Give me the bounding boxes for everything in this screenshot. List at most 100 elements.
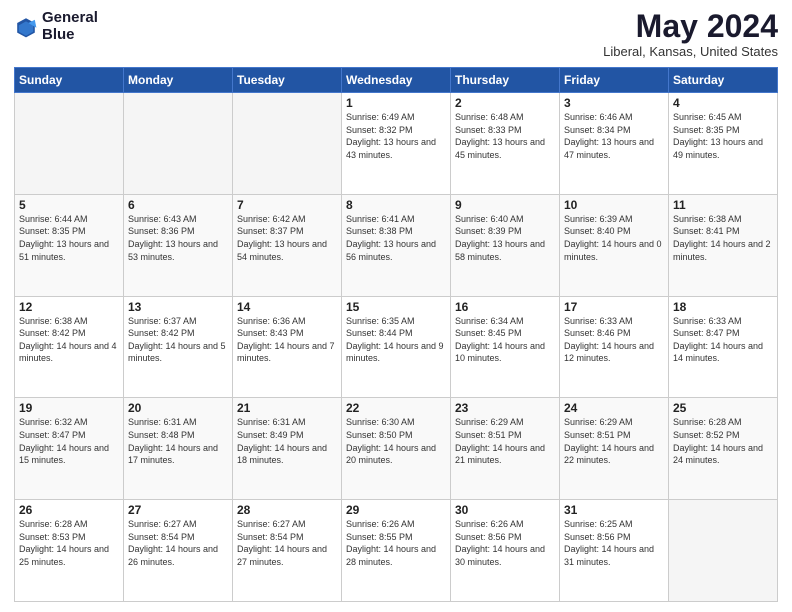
- day-number: 12: [19, 300, 119, 314]
- calendar-day-cell: 18Sunrise: 6:33 AM Sunset: 8:47 PM Dayli…: [669, 296, 778, 398]
- weekday-header: Sunday: [15, 68, 124, 93]
- logo-icon: [14, 15, 38, 39]
- day-info: Sunrise: 6:27 AM Sunset: 8:54 PM Dayligh…: [128, 518, 228, 568]
- calendar-day-cell: 21Sunrise: 6:31 AM Sunset: 8:49 PM Dayli…: [233, 398, 342, 500]
- day-info: Sunrise: 6:40 AM Sunset: 8:39 PM Dayligh…: [455, 213, 555, 263]
- calendar-day-cell: 6Sunrise: 6:43 AM Sunset: 8:36 PM Daylig…: [124, 194, 233, 296]
- weekday-header: Saturday: [669, 68, 778, 93]
- calendar-table: SundayMondayTuesdayWednesdayThursdayFrid…: [14, 67, 778, 602]
- calendar-day-cell: 7Sunrise: 6:42 AM Sunset: 8:37 PM Daylig…: [233, 194, 342, 296]
- day-number: 11: [673, 198, 773, 212]
- day-number: 4: [673, 96, 773, 110]
- calendar-day-cell: 10Sunrise: 6:39 AM Sunset: 8:40 PM Dayli…: [560, 194, 669, 296]
- day-info: Sunrise: 6:35 AM Sunset: 8:44 PM Dayligh…: [346, 315, 446, 365]
- weekday-header: Wednesday: [342, 68, 451, 93]
- calendar-day-cell: 15Sunrise: 6:35 AM Sunset: 8:44 PM Dayli…: [342, 296, 451, 398]
- logo: General Blue: [14, 10, 98, 43]
- day-number: 24: [564, 401, 664, 415]
- weekday-header: Thursday: [451, 68, 560, 93]
- calendar-header-row: SundayMondayTuesdayWednesdayThursdayFrid…: [15, 68, 778, 93]
- page: General Blue May 2024 Liberal, Kansas, U…: [0, 0, 792, 612]
- calendar-day-cell: [15, 93, 124, 195]
- day-number: 29: [346, 503, 446, 517]
- calendar-day-cell: 16Sunrise: 6:34 AM Sunset: 8:45 PM Dayli…: [451, 296, 560, 398]
- day-info: Sunrise: 6:45 AM Sunset: 8:35 PM Dayligh…: [673, 111, 773, 161]
- weekday-header: Friday: [560, 68, 669, 93]
- calendar-week-row: 5Sunrise: 6:44 AM Sunset: 8:35 PM Daylig…: [15, 194, 778, 296]
- calendar-day-cell: 23Sunrise: 6:29 AM Sunset: 8:51 PM Dayli…: [451, 398, 560, 500]
- calendar-day-cell: 8Sunrise: 6:41 AM Sunset: 8:38 PM Daylig…: [342, 194, 451, 296]
- day-info: Sunrise: 6:38 AM Sunset: 8:42 PM Dayligh…: [19, 315, 119, 365]
- day-info: Sunrise: 6:37 AM Sunset: 8:42 PM Dayligh…: [128, 315, 228, 365]
- day-number: 13: [128, 300, 228, 314]
- calendar-day-cell: 13Sunrise: 6:37 AM Sunset: 8:42 PM Dayli…: [124, 296, 233, 398]
- day-info: Sunrise: 6:28 AM Sunset: 8:52 PM Dayligh…: [673, 416, 773, 466]
- day-number: 21: [237, 401, 337, 415]
- calendar-week-row: 19Sunrise: 6:32 AM Sunset: 8:47 PM Dayli…: [15, 398, 778, 500]
- day-info: Sunrise: 6:26 AM Sunset: 8:56 PM Dayligh…: [455, 518, 555, 568]
- day-info: Sunrise: 6:29 AM Sunset: 8:51 PM Dayligh…: [455, 416, 555, 466]
- day-number: 26: [19, 503, 119, 517]
- day-number: 1: [346, 96, 446, 110]
- day-number: 5: [19, 198, 119, 212]
- day-info: Sunrise: 6:27 AM Sunset: 8:54 PM Dayligh…: [237, 518, 337, 568]
- calendar-day-cell: 24Sunrise: 6:29 AM Sunset: 8:51 PM Dayli…: [560, 398, 669, 500]
- day-info: Sunrise: 6:46 AM Sunset: 8:34 PM Dayligh…: [564, 111, 664, 161]
- calendar-day-cell: 27Sunrise: 6:27 AM Sunset: 8:54 PM Dayli…: [124, 500, 233, 602]
- day-number: 20: [128, 401, 228, 415]
- calendar-day-cell: 17Sunrise: 6:33 AM Sunset: 8:46 PM Dayli…: [560, 296, 669, 398]
- day-number: 15: [346, 300, 446, 314]
- calendar-day-cell: 14Sunrise: 6:36 AM Sunset: 8:43 PM Dayli…: [233, 296, 342, 398]
- day-info: Sunrise: 6:43 AM Sunset: 8:36 PM Dayligh…: [128, 213, 228, 263]
- calendar-day-cell: 26Sunrise: 6:28 AM Sunset: 8:53 PM Dayli…: [15, 500, 124, 602]
- day-number: 25: [673, 401, 773, 415]
- calendar-day-cell: 30Sunrise: 6:26 AM Sunset: 8:56 PM Dayli…: [451, 500, 560, 602]
- day-info: Sunrise: 6:29 AM Sunset: 8:51 PM Dayligh…: [564, 416, 664, 466]
- calendar-week-row: 12Sunrise: 6:38 AM Sunset: 8:42 PM Dayli…: [15, 296, 778, 398]
- day-info: Sunrise: 6:33 AM Sunset: 8:46 PM Dayligh…: [564, 315, 664, 365]
- day-info: Sunrise: 6:30 AM Sunset: 8:50 PM Dayligh…: [346, 416, 446, 466]
- day-info: Sunrise: 6:48 AM Sunset: 8:33 PM Dayligh…: [455, 111, 555, 161]
- day-number: 19: [19, 401, 119, 415]
- day-number: 22: [346, 401, 446, 415]
- calendar-day-cell: [233, 93, 342, 195]
- day-number: 8: [346, 198, 446, 212]
- calendar-day-cell: 1Sunrise: 6:49 AM Sunset: 8:32 PM Daylig…: [342, 93, 451, 195]
- calendar-day-cell: 31Sunrise: 6:25 AM Sunset: 8:56 PM Dayli…: [560, 500, 669, 602]
- day-number: 28: [237, 503, 337, 517]
- day-number: 7: [237, 198, 337, 212]
- day-info: Sunrise: 6:44 AM Sunset: 8:35 PM Dayligh…: [19, 213, 119, 263]
- day-number: 3: [564, 96, 664, 110]
- day-info: Sunrise: 6:31 AM Sunset: 8:48 PM Dayligh…: [128, 416, 228, 466]
- calendar-day-cell: 11Sunrise: 6:38 AM Sunset: 8:41 PM Dayli…: [669, 194, 778, 296]
- calendar-day-cell: 5Sunrise: 6:44 AM Sunset: 8:35 PM Daylig…: [15, 194, 124, 296]
- day-number: 2: [455, 96, 555, 110]
- day-info: Sunrise: 6:49 AM Sunset: 8:32 PM Dayligh…: [346, 111, 446, 161]
- day-info: Sunrise: 6:28 AM Sunset: 8:53 PM Dayligh…: [19, 518, 119, 568]
- calendar-day-cell: 9Sunrise: 6:40 AM Sunset: 8:39 PM Daylig…: [451, 194, 560, 296]
- day-number: 9: [455, 198, 555, 212]
- header: General Blue May 2024 Liberal, Kansas, U…: [14, 10, 778, 59]
- day-info: Sunrise: 6:32 AM Sunset: 8:47 PM Dayligh…: [19, 416, 119, 466]
- day-number: 18: [673, 300, 773, 314]
- calendar-day-cell: [124, 93, 233, 195]
- day-info: Sunrise: 6:41 AM Sunset: 8:38 PM Dayligh…: [346, 213, 446, 263]
- weekday-header: Monday: [124, 68, 233, 93]
- day-number: 27: [128, 503, 228, 517]
- calendar-day-cell: 2Sunrise: 6:48 AM Sunset: 8:33 PM Daylig…: [451, 93, 560, 195]
- weekday-header: Tuesday: [233, 68, 342, 93]
- calendar-day-cell: 28Sunrise: 6:27 AM Sunset: 8:54 PM Dayli…: [233, 500, 342, 602]
- day-number: 14: [237, 300, 337, 314]
- day-info: Sunrise: 6:34 AM Sunset: 8:45 PM Dayligh…: [455, 315, 555, 365]
- calendar-day-cell: 12Sunrise: 6:38 AM Sunset: 8:42 PM Dayli…: [15, 296, 124, 398]
- calendar-day-cell: 3Sunrise: 6:46 AM Sunset: 8:34 PM Daylig…: [560, 93, 669, 195]
- calendar-day-cell: 4Sunrise: 6:45 AM Sunset: 8:35 PM Daylig…: [669, 93, 778, 195]
- day-number: 6: [128, 198, 228, 212]
- day-info: Sunrise: 6:25 AM Sunset: 8:56 PM Dayligh…: [564, 518, 664, 568]
- calendar-day-cell: 20Sunrise: 6:31 AM Sunset: 8:48 PM Dayli…: [124, 398, 233, 500]
- calendar-day-cell: 22Sunrise: 6:30 AM Sunset: 8:50 PM Dayli…: [342, 398, 451, 500]
- calendar-day-cell: 19Sunrise: 6:32 AM Sunset: 8:47 PM Dayli…: [15, 398, 124, 500]
- title-block: May 2024 Liberal, Kansas, United States: [603, 10, 778, 59]
- day-number: 30: [455, 503, 555, 517]
- day-info: Sunrise: 6:33 AM Sunset: 8:47 PM Dayligh…: [673, 315, 773, 365]
